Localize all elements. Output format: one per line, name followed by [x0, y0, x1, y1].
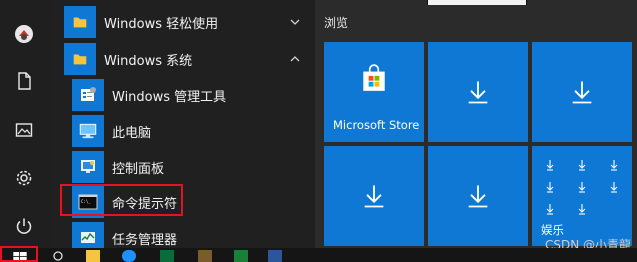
section-title: 浏览 — [324, 16, 349, 30]
store-icon — [363, 64, 385, 91]
start-menu-rail — [0, 0, 51, 248]
download-arrow-icon — [364, 185, 384, 208]
download-grid-icon — [546, 160, 618, 215]
list-item-windows-system[interactable]: Windows 系统 — [51, 41, 315, 77]
list-item-label: 命令提示符 — [112, 196, 178, 212]
admin-tools-icon — [72, 79, 104, 111]
list-item-label: 控制面板 — [112, 161, 165, 177]
download-arrow-icon — [572, 81, 592, 104]
list-item-label: Windows 系统 — [104, 53, 193, 69]
computer-icon — [72, 115, 104, 147]
list-item-label: 任务管理器 — [112, 232, 178, 248]
tile-label: Microsoft Store — [333, 118, 420, 132]
browser-icon[interactable] — [122, 250, 136, 262]
chevron-down-icon[interactable] — [289, 16, 301, 28]
list-item-windows-admin-tools[interactable]: Windows 管理工具 — [51, 77, 315, 113]
control-panel-icon — [72, 151, 104, 183]
excel-icon[interactable] — [234, 250, 248, 262]
list-item-this-pc[interactable]: 此电脑 — [51, 113, 315, 149]
tile-placeholder[interactable] — [428, 42, 528, 142]
document-icon[interactable] — [12, 69, 36, 93]
download-arrow-icon — [468, 185, 488, 208]
app-list: Windows 轻松使用 Windows 系统 Windows 管理工具 此电脑… — [51, 0, 315, 254]
download-arrow-icon — [468, 81, 488, 104]
list-item-label: Windows 轻松使用 — [104, 16, 219, 32]
file-explorer-icon[interactable] — [86, 250, 100, 262]
tile-placeholder[interactable] — [428, 146, 528, 246]
taskbar — [0, 248, 637, 262]
list-item-command-prompt[interactable]: C:\_ 命令提示符 — [51, 184, 315, 220]
tile-edge — [427, 0, 527, 5]
app-icon[interactable] — [268, 250, 282, 262]
list-item-windows-ease-of-access[interactable]: Windows 轻松使用 — [51, 4, 315, 40]
search-icon[interactable] — [52, 250, 66, 262]
app-icon[interactable] — [160, 250, 174, 262]
windows-logo-icon — [13, 252, 27, 262]
user-avatar-icon[interactable] — [12, 22, 36, 46]
tile-placeholder[interactable] — [532, 42, 632, 142]
chevron-up-icon[interactable] — [289, 53, 301, 65]
tile-microsoft-store[interactable]: Microsoft Store — [324, 42, 424, 142]
folder-icon — [64, 43, 96, 75]
start-button[interactable] — [0, 248, 38, 262]
list-item-label: Windows 管理工具 — [112, 89, 227, 105]
power-icon[interactable] — [12, 214, 36, 238]
folder-icon — [64, 6, 96, 38]
tiles-panel: 浏览 Microsoft Store 娱乐 — [315, 0, 637, 248]
tile-placeholder[interactable] — [324, 146, 424, 246]
list-item-control-panel[interactable]: 控制面板 — [51, 149, 315, 185]
app-icon[interactable] — [198, 250, 212, 262]
tile-entertainment[interactable]: 娱乐 — [532, 146, 632, 246]
terminal-icon: C:\_ — [72, 186, 104, 218]
settings-gear-icon[interactable] — [12, 166, 36, 190]
svg-text:C:\_: C:\_ — [81, 199, 91, 204]
pictures-icon[interactable] — [12, 118, 36, 142]
list-item-label: 此电脑 — [112, 125, 152, 141]
